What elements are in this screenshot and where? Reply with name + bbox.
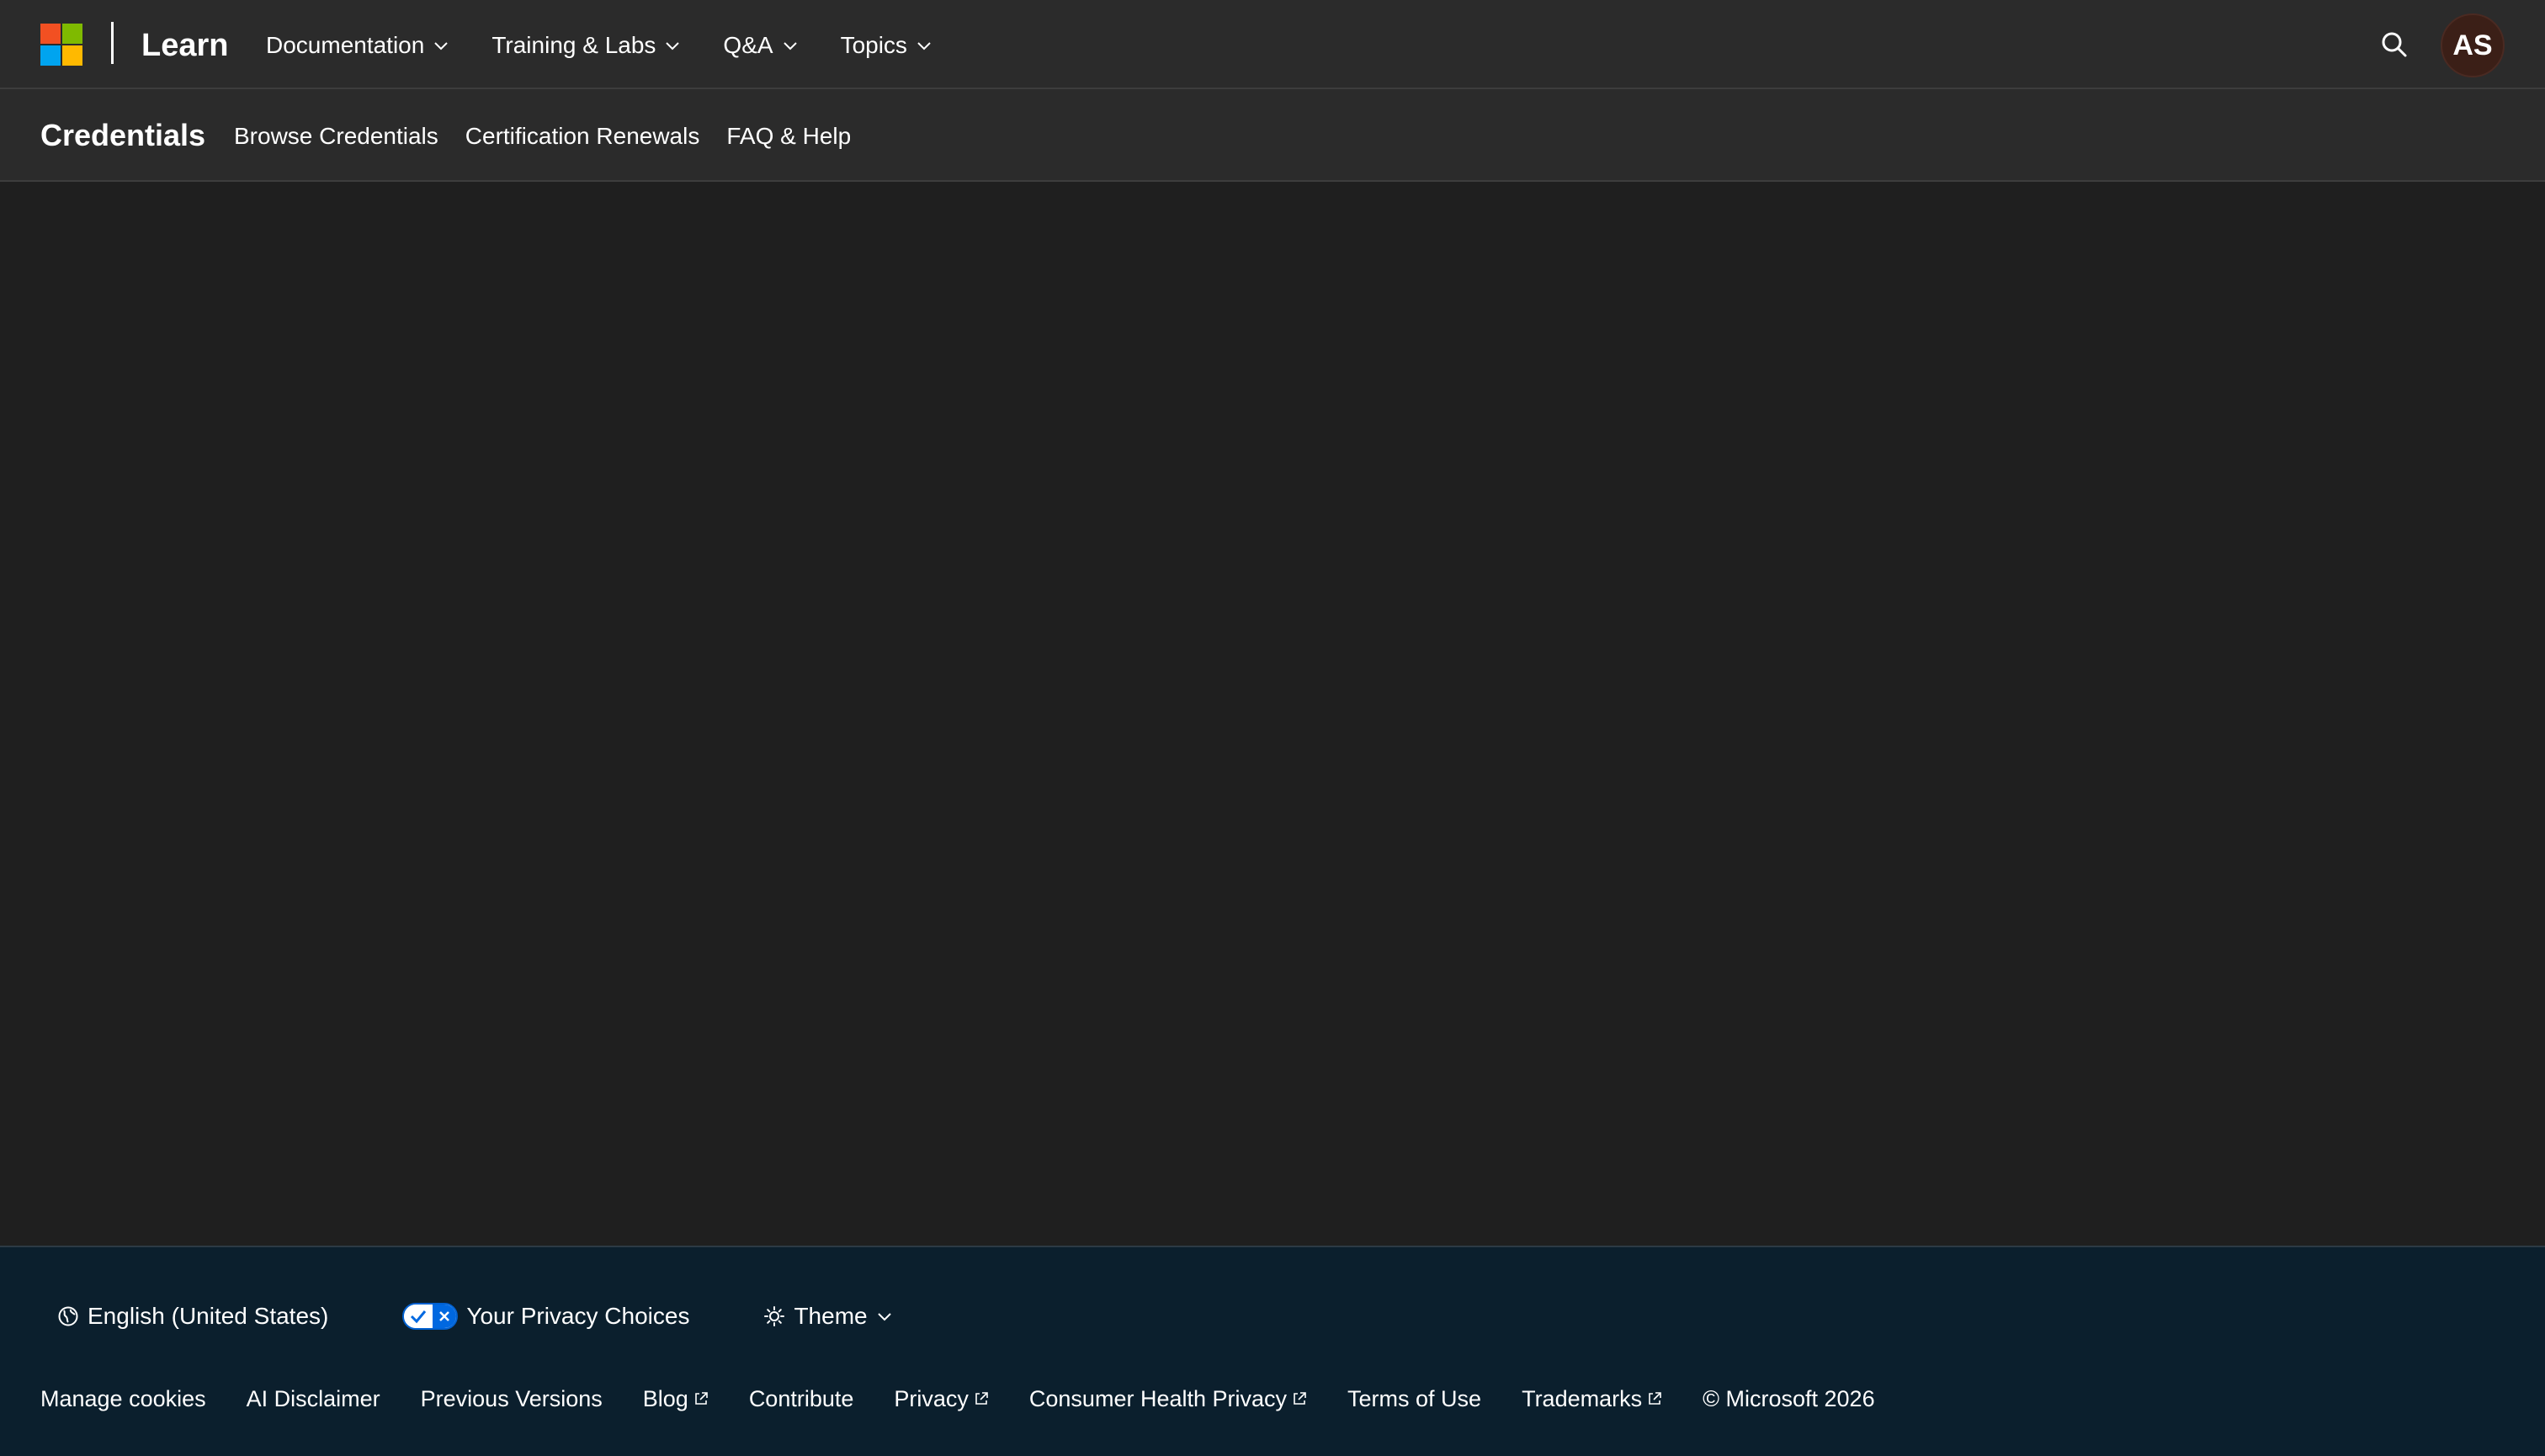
sub-nav-browse-credentials[interactable]: Browse Credentials: [234, 123, 438, 150]
footer-link-ai-disclaimer[interactable]: AI Disclaimer: [247, 1386, 380, 1412]
footer-link-label: Previous Versions: [420, 1385, 603, 1411]
footer-link-label: Terms of Use: [1347, 1385, 1482, 1411]
privacy-choices-link[interactable]: Your Privacy Choices: [402, 1303, 689, 1330]
page-title[interactable]: Credentials: [40, 114, 205, 157]
footer-link-blog[interactable]: Blog: [643, 1386, 709, 1412]
brand-link[interactable]: Learn: [141, 24, 228, 67]
credentials-nav: Browse Credentials Certification Renewal…: [234, 120, 878, 153]
footer-link-terms-of-use[interactable]: Terms of Use: [1347, 1386, 1481, 1412]
theme-label: Theme: [794, 1303, 868, 1329]
sub-nav-certification-renewals[interactable]: Certification Renewals: [465, 123, 700, 150]
global-nav: Documentation Training & Labs Q&A Topics: [266, 27, 975, 64]
nav-training-labs[interactable]: Training & Labs: [491, 32, 681, 59]
nav-item-label: Q&A: [723, 32, 773, 58]
nav-qa[interactable]: Q&A: [723, 32, 798, 59]
footer-link-label: Privacy: [894, 1385, 969, 1411]
footer-links: Manage cookies AI Disclaimer Previous Ve…: [40, 1382, 1875, 1416]
nav-item-label: Topics: [840, 32, 907, 58]
chevron-down-icon: [434, 42, 449, 50]
chevron-down-icon: [917, 42, 931, 50]
footer-link-label: Trademarks: [1522, 1385, 1643, 1411]
sub-nav-faq-help[interactable]: FAQ & Help: [726, 123, 851, 150]
footer-link-privacy[interactable]: Privacy: [894, 1386, 989, 1412]
microsoft-logo-icon[interactable]: [40, 24, 82, 66]
sun-icon: [763, 1305, 785, 1327]
nav-item-label: Training & Labs: [491, 32, 656, 58]
footer-link-trademarks[interactable]: Trademarks: [1522, 1386, 1662, 1412]
language-selector[interactable]: English (United States): [57, 1303, 328, 1330]
external-link-icon: [693, 1391, 709, 1406]
footer-link-label: Manage cookies: [40, 1385, 206, 1411]
footer-link-previous-versions[interactable]: Previous Versions: [421, 1386, 603, 1412]
footer-link-contribute[interactable]: Contribute: [749, 1386, 854, 1412]
chevron-down-icon: [877, 1313, 891, 1321]
chevron-down-icon: [666, 42, 680, 50]
footer-link-label: AI Disclaimer: [246, 1385, 380, 1411]
footer-link-label: Contribute: [748, 1385, 854, 1411]
site-footer: English (United States) Your Privacy Cho…: [0, 1246, 2545, 1456]
theme-selector[interactable]: Theme: [763, 1303, 892, 1330]
external-link-icon: [974, 1391, 989, 1406]
nav-item-label: Documentation: [266, 32, 425, 58]
footer-link-label: Blog: [642, 1385, 688, 1411]
external-link-icon: [1292, 1391, 1307, 1406]
footer-link-manage-cookies[interactable]: Manage cookies: [40, 1386, 206, 1412]
footer-link-consumer-health-privacy[interactable]: Consumer Health Privacy: [1029, 1386, 1307, 1412]
nav-documentation[interactable]: Documentation: [266, 32, 449, 59]
logo-divider: [111, 22, 114, 64]
main-content: [0, 182, 2545, 1246]
privacy-choices-label: Your Privacy Choices: [466, 1303, 690, 1329]
language-label: English (United States): [88, 1303, 329, 1329]
search-icon: [2382, 32, 2407, 57]
external-link-icon: [1647, 1391, 1662, 1406]
privacy-toggle-icon: [402, 1303, 459, 1330]
search-button[interactable]: [2378, 29, 2410, 61]
footer-link-label: Consumer Health Privacy: [1028, 1385, 1288, 1411]
global-header: Learn Documentation Training & Labs Q&A …: [0, 0, 2545, 89]
nav-topics[interactable]: Topics: [841, 32, 932, 59]
chevron-down-icon: [783, 42, 797, 50]
avatar[interactable]: AS: [2441, 13, 2505, 77]
globe-icon: [57, 1305, 79, 1327]
credentials-subheader: Credentials Browse Credentials Certifica…: [0, 89, 2545, 182]
copyright: © Microsoft 2026: [1703, 1385, 1875, 1411]
footer-controls: English (United States) Your Privacy Cho…: [57, 1298, 967, 1335]
